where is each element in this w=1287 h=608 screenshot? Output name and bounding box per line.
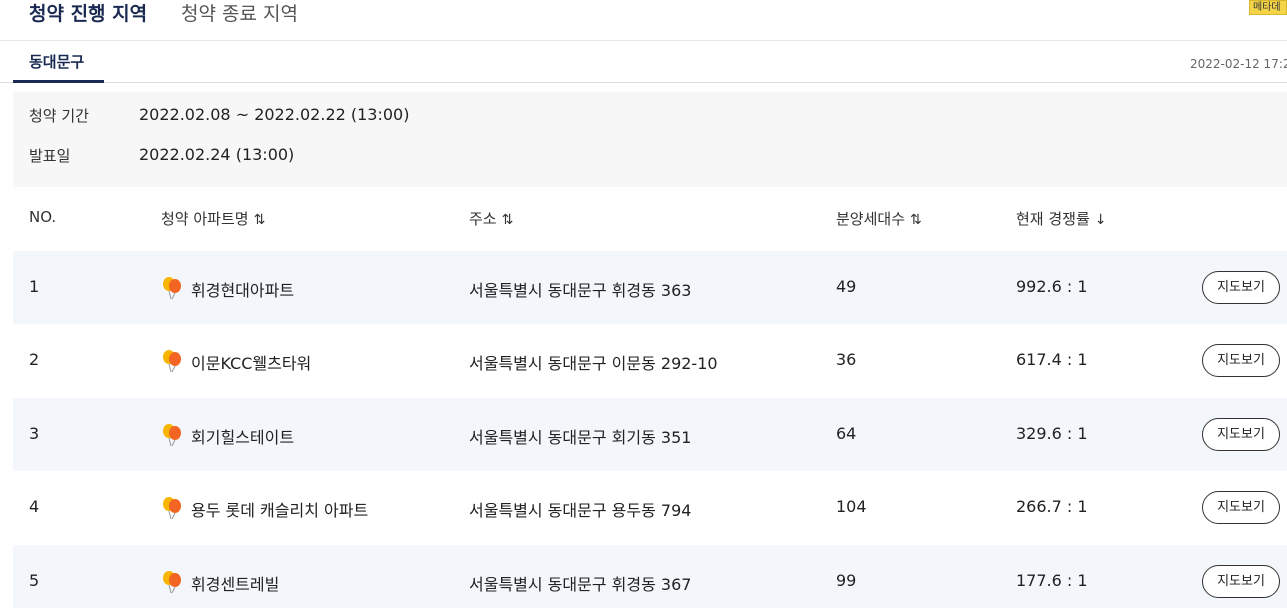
period-label: 청약 기간 [29,107,89,125]
view-map-button[interactable]: 지도보기 [1202,344,1280,377]
header-address[interactable]: 주소 ⇅ [469,208,513,229]
announce-label: 발표일 [29,147,71,165]
sort-down-icon[interactable]: ↓ [1095,212,1107,228]
balloon-icon [161,349,183,377]
apartment-name: 이문KCC웰츠타워 [161,348,311,377]
competition-rate: 992.6 : 1 [1016,277,1088,296]
header-name[interactable]: 청약 아파트명 ⇅ [161,208,265,229]
corner-badge[interactable]: 메타데 [1249,0,1287,15]
competition-rate: 329.6 : 1 [1016,424,1088,443]
unit-count: 36 [836,350,857,369]
view-map-button[interactable]: 지도보기 [1202,418,1280,451]
sort-icon[interactable]: ⇅ [910,212,922,228]
address: 서울특별시 동대문구 용두동 794 [469,501,692,520]
row-number: 5 [29,571,40,590]
view-map-button[interactable]: 지도보기 [1202,271,1280,304]
balloon-icon [161,423,183,451]
updated-timestamp: 2022-02-12 17:26 [1190,57,1287,71]
tab-district[interactable]: 동대문구 [13,41,104,83]
district-tab-bar: 동대문구 2022-02-12 17:26 [0,41,1287,83]
tab-active-regions[interactable]: 청약 진행 지역 [29,2,147,26]
row-number: 1 [29,277,40,296]
tab-closed-regions[interactable]: 청약 종료 지역 [181,2,298,26]
region-tabs: 청약 진행 지역 청약 종료 지역 메타데 [0,0,1287,41]
apartment-name: 용두 롯데 캐슬리치 아파트 [161,495,368,524]
subscription-info-box: 청약 기간 2022.02.08 ~ 2022.02.22 (13:00) 발표… [13,92,1287,187]
address: 서울특별시 동대문구 이문동 292-10 [469,354,718,373]
competition-rate: 617.4 : 1 [1016,350,1088,369]
apartment-name: 휘경현대아파트 [161,275,294,304]
unit-count: 99 [836,571,857,590]
header-units[interactable]: 분양세대수 ⇅ [836,208,922,229]
competition-rate: 266.7 : 1 [1016,497,1088,516]
table-row: 3 회기힐스테이트 서울특별시 동대문구 회기동 351 64 329.6 : … [13,398,1287,471]
apartment-name: 휘경센트레빌 [161,569,279,598]
table-header: NO. 청약 아파트명 ⇅ 주소 ⇅ 분양세대수 ⇅ 현재 경쟁률 ↓ [13,187,1287,251]
row-number: 4 [29,497,40,516]
unit-count: 64 [836,424,857,443]
balloon-icon [161,276,183,304]
balloon-icon [161,496,183,524]
table-row: 4 용두 롯데 캐슬리치 아파트 서울특별시 동대문구 용두동 794 104 … [13,471,1287,544]
address: 서울특별시 동대문구 휘경동 367 [469,575,692,594]
view-map-button[interactable]: 지도보기 [1202,491,1280,524]
table-row: 5 휘경센트레빌 서울특별시 동대문구 휘경동 367 99 177.6 : 1… [13,545,1287,608]
row-number: 3 [29,424,40,443]
table-row: 2 이문KCC웰츠타워 서울특별시 동대문구 이문동 292-10 36 617… [13,324,1287,397]
header-rate[interactable]: 현재 경쟁률 ↓ [1016,208,1107,229]
balloon-icon [161,570,183,598]
competition-rate: 177.6 : 1 [1016,571,1088,590]
apartment-name: 회기힐스테이트 [161,422,294,451]
view-map-button[interactable]: 지도보기 [1202,565,1280,598]
header-no: NO. [29,208,57,226]
unit-count: 49 [836,277,857,296]
unit-count: 104 [836,497,867,516]
sort-icon[interactable]: ⇅ [254,212,266,228]
period-value: 2022.02.08 ~ 2022.02.22 (13:00) [139,105,410,124]
table-row: 1 휘경현대아파트 서울특별시 동대문구 휘경동 363 49 992.6 : … [13,251,1287,324]
address: 서울특별시 동대문구 회기동 351 [469,428,692,447]
announce-value: 2022.02.24 (13:00) [139,145,295,164]
sort-icon[interactable]: ⇅ [502,212,514,228]
row-number: 2 [29,350,40,369]
address: 서울특별시 동대문구 휘경동 363 [469,281,692,300]
